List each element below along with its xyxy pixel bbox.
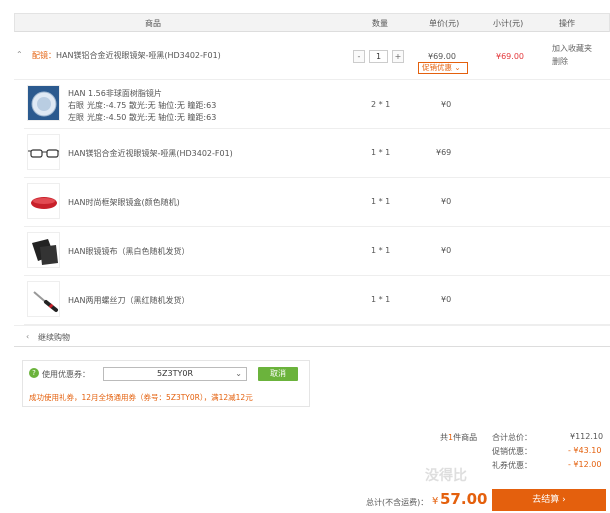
qty-input[interactable]: 1 [369,50,388,63]
coupon-notice: 成功使用礼券，12月全场通用券（券号：5Z3TY0R），满12减12元 [29,393,253,402]
coupon-panel: ? 使用优惠券： 5Z3TY0R ⌄ 取消 成功使用礼券，12月全场通用券（券号… [22,360,310,407]
grand-currency: ¥ [432,496,439,507]
right-eye-label: 右眼 [68,101,84,110]
list-item: HAN两用螺丝刀（黑红随机发货） 1 * 1 ¥0 [24,276,610,325]
sub-item-price: ¥0 [441,246,452,255]
sub-item-qty: 1 * 1 [371,148,391,157]
coupon-label: 使用优惠券： [42,370,90,379]
total-label: 合计总价： [492,433,532,442]
qty-minus-button[interactable]: - [353,50,365,63]
main-item-name[interactable]: HAN镁铝合金近视眼镜架-哑黑(HD3402-F01) [56,50,221,61]
case-thumbnail [27,183,60,219]
total-value: ¥112.10 [570,432,604,441]
header-subtotal: 小计(元) [493,19,524,28]
sub-item-price: ¥0 [441,197,452,206]
left-eye-spec: 光度:-4.50 散光:无 轴位:无 瞳距:63 [87,113,217,122]
chevron-down-icon: ⌄ [235,369,242,378]
chevron-down-icon: ⌄ [452,63,461,72]
continue-shopping-bar: ‹ 继续购物 [14,325,610,347]
left-eye-label: 左眼 [68,113,84,122]
grand-total-value: 57.00 [440,490,488,508]
item-count: 共1件商品 [440,432,477,443]
promo-tag[interactable]: 促销优惠 ⌄ [418,62,468,74]
cancel-coupon-button[interactable]: 取消 [258,367,298,381]
chevron-left-icon: ‹ [26,332,30,341]
header-action: 操作 [559,19,575,28]
header-product: 商品 [145,19,161,28]
list-item: HAN 1.56非球面树脂镜片 右眼 光度:-4.75 散光:无 轴位:无 瞳距… [24,80,610,129]
promo-label: 促销优惠： [492,447,532,456]
glasses-thumbnail [27,134,60,170]
promo-tag-label: 促销优惠 [422,63,452,72]
bundle-prefix: 配镜： [32,51,56,60]
lens-thumbnail [27,85,60,121]
sub-item-name[interactable]: HAN眼镜镜布（黑白色随机发货） [68,246,189,257]
gift-label: 礼券优惠： [492,461,532,470]
watermark: 没得比 [425,468,467,484]
sub-item-name[interactable]: HAN时尚框架眼镜盒(颜色随机) [68,197,180,208]
main-unit-price: ¥69.00 [428,52,456,61]
screwdriver-thumbnail [27,281,60,317]
sub-item-qty: 1 * 1 [371,246,391,255]
promo-value: - ¥43.10 [568,446,602,455]
cart-table-header: 商品 数量 单价(元) 小计(元) 操作 [14,13,610,32]
sub-item-qty: 2 * 1 [371,100,391,109]
sub-item-qty: 1 * 1 [371,295,391,304]
list-item: HAN眼镜镜布（黑白色随机发货） 1 * 1 ¥0 [24,227,610,276]
chevron-right-icon: › [559,495,566,505]
delete-link[interactable]: 删除 [552,56,568,67]
sub-item-price: ¥0 [441,100,452,109]
continue-shopping-link[interactable]: 继续购物 [38,332,70,343]
sub-item-qty: 1 * 1 [371,197,391,206]
sub-item-name[interactable]: HAN两用螺丝刀（黑红随机发货） [68,295,189,306]
checkout-button[interactable]: 去结算 › [492,489,606,511]
main-subtotal: ¥69.00 [496,52,524,61]
sub-item-name[interactable]: HAN镁铝合金近视眼镜架-哑黑(HD3402-F01) [68,148,233,159]
add-favorite-link[interactable]: 加入收藏夹 [552,43,592,54]
header-qty: 数量 [372,19,388,28]
list-item: HAN镁铝合金近视眼镜架-哑黑(HD3402-F01) 1 * 1 ¥69 [24,129,610,178]
coupon-selected-value: 5Z3TY0R [156,369,194,378]
grand-total-label: 总计(不含运费)： [366,498,429,507]
sub-item-price: ¥0 [441,295,452,304]
header-unit-price: 单价(元) [429,19,460,28]
count-prefix: 共 [440,433,448,442]
qty-plus-button[interactable]: + [392,50,404,63]
count-suffix: 件商品 [453,433,478,442]
gift-value: - ¥12.00 [568,460,602,469]
sub-item-price: ¥69 [436,148,452,157]
right-eye-spec: 光度:-4.75 散光:无 轴位:无 瞳距:63 [87,101,217,110]
sub-item-name[interactable]: HAN 1.56非球面树脂镜片 [68,88,162,99]
list-item: HAN时尚框架眼镜盒(颜色随机) 1 * 1 ¥0 [24,178,610,227]
collapse-icon[interactable]: ⌃ [16,50,23,59]
checkout-label: 去结算 [532,495,560,505]
cloth-thumbnail [27,232,60,268]
help-icon: ? [29,368,39,378]
coupon-select[interactable]: 5Z3TY0R ⌄ [103,367,247,381]
